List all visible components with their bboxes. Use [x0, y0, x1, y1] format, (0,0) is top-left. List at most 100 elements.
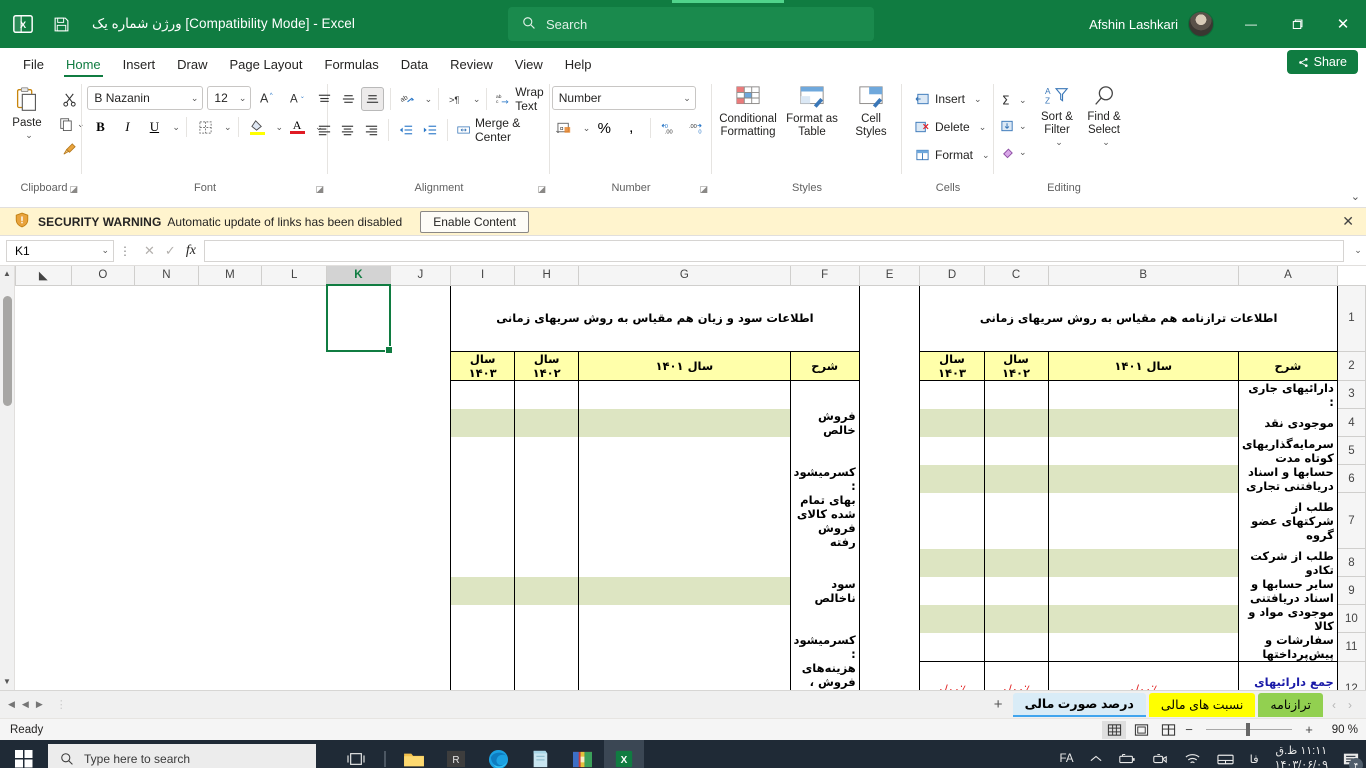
row-header-11[interactable]: 11 — [1337, 633, 1365, 662]
language-indicator[interactable]: FA — [1052, 740, 1082, 768]
bs-val[interactable] — [920, 409, 984, 437]
col-header-E[interactable]: E — [859, 266, 920, 285]
col-header-M[interactable]: M — [198, 266, 262, 285]
scroll-tabs-right-icon[interactable]: › — [1342, 698, 1366, 712]
is-desc[interactable]: کسرمیشود : — [790, 465, 859, 493]
is-val[interactable] — [451, 661, 515, 690]
bs-header-1403[interactable]: سال ۱۴۰۳ — [920, 351, 984, 380]
bs-val[interactable] — [920, 465, 984, 493]
font-size-select[interactable]: 12 ⌄ — [207, 86, 251, 110]
cut-button[interactable] — [56, 87, 82, 111]
show-hidden-icons-button[interactable] — [1082, 740, 1110, 768]
cell-styles-button[interactable]: Cell Styles — [845, 85, 897, 139]
percent-style-button[interactable]: % — [591, 116, 617, 140]
alignment-dialog-launcher[interactable]: ◪ — [537, 184, 546, 195]
bs-val[interactable] — [1048, 437, 1238, 465]
is-val[interactable] — [515, 577, 579, 605]
increase-decimal-button[interactable]: 0.00 — [657, 116, 683, 140]
row-header-2[interactable]: 2 — [1337, 351, 1365, 380]
col-header-O[interactable]: O — [71, 266, 135, 285]
battery-icon[interactable] — [1110, 740, 1144, 768]
row-header-3[interactable]: 3 — [1337, 380, 1365, 409]
bs-header-desc[interactable]: شرح — [1238, 351, 1337, 380]
delete-cells-button[interactable]: Delete ⌄ — [912, 114, 993, 140]
bs-val[interactable] — [984, 633, 1048, 662]
tab-insert[interactable]: Insert — [112, 52, 167, 78]
name-box-chevron-down-icon[interactable]: ⌄ — [101, 245, 109, 256]
wifi-icon[interactable] — [1176, 740, 1209, 768]
align-bottom-button[interactable] — [361, 87, 384, 111]
is-val[interactable] — [579, 493, 790, 549]
bs-val[interactable] — [984, 549, 1048, 577]
is-val[interactable] — [515, 605, 579, 633]
row-header-1[interactable]: 1 — [1337, 285, 1365, 351]
format-cells-button[interactable]: Format ⌄ — [912, 142, 993, 168]
col-header-N[interactable]: N — [135, 266, 198, 285]
is-header-1403[interactable]: سال ۱۴۰۳ — [451, 351, 515, 380]
vertical-scrollbar[interactable]: ▲ ▼ — [0, 266, 15, 690]
taskbar-clock[interactable]: ۱۱:۱۱ ظ.ق ۱۴۰۳/۰۶/۰۹ — [1267, 745, 1336, 768]
bs-desc[interactable]: طلب از شرکتهای عضو گروه — [1238, 493, 1337, 549]
is-val[interactable] — [515, 380, 579, 409]
bs-desc[interactable]: سایر حسابها و اسناد دریافتنی — [1238, 577, 1337, 605]
is-val[interactable] — [515, 661, 579, 690]
tab-help[interactable]: Help — [554, 52, 603, 78]
collapse-ribbon-button[interactable]: ⌄ — [1351, 190, 1360, 203]
enable-content-button[interactable]: Enable Content — [420, 211, 529, 233]
is-desc[interactable]: فروش خالص — [790, 409, 859, 437]
bs-val[interactable] — [1048, 380, 1238, 409]
clear-chevron-down-icon[interactable]: ⌄ — [1019, 147, 1027, 158]
accounting-chevron-down-icon[interactable]: ⌄ — [583, 123, 591, 134]
page-layout-view-button[interactable] — [1129, 721, 1153, 739]
touchpad-icon[interactable] — [1209, 740, 1242, 768]
format-as-table-button[interactable]: Format as Table — [781, 85, 843, 139]
ime-indicator[interactable]: فا — [1242, 740, 1267, 768]
bs-desc[interactable]: دارائیهای جاری : — [1238, 380, 1337, 409]
is-val[interactable] — [451, 493, 515, 549]
row-header-9[interactable]: 9 — [1337, 577, 1365, 605]
col-header-K[interactable]: K — [327, 266, 390, 285]
zoom-in-button[interactable]: + — [1303, 722, 1315, 737]
is-desc[interactable] — [790, 549, 859, 577]
row-header-4[interactable]: 4 — [1337, 409, 1365, 437]
merge-center-button[interactable]: Merge & Center ⌄ — [454, 117, 565, 143]
is-val[interactable] — [451, 437, 515, 465]
avatar[interactable] — [1188, 11, 1214, 37]
format-chevron-down-icon[interactable]: ⌄ — [982, 150, 990, 161]
zoom-slider-thumb[interactable] — [1246, 723, 1250, 736]
is-desc[interactable]: بهای تمام شده کالای فروش رفته — [790, 493, 859, 549]
is-desc[interactable] — [790, 437, 859, 465]
is-val[interactable] — [451, 549, 515, 577]
tab-home[interactable]: Home — [55, 52, 112, 78]
minimize-button[interactable]: — — [1228, 0, 1274, 48]
bs-header-1401[interactable]: سال ۱۴۰۱ — [1048, 351, 1238, 380]
insert-chevron-down-icon[interactable]: ⌄ — [974, 94, 982, 105]
is-val[interactable] — [579, 661, 790, 690]
col-header-L[interactable]: L — [262, 266, 327, 285]
col-header-I[interactable]: I — [451, 266, 515, 285]
underline-button[interactable]: U — [141, 115, 167, 139]
sort-filter-chevron-down-icon[interactable]: ⌄ — [1055, 137, 1063, 148]
share-button[interactable]: Share — [1287, 50, 1358, 74]
is-val[interactable] — [451, 380, 515, 409]
bs-val[interactable] — [920, 549, 984, 577]
close-security-bar-icon[interactable]: ✕ — [1342, 213, 1354, 230]
is-desc[interactable]: کسرمیشود : — [790, 633, 859, 662]
number-format-select[interactable]: Number ⌄ — [552, 86, 696, 110]
paste-chevron-down-icon[interactable]: ⌄ — [25, 130, 33, 141]
task-view-button[interactable] — [336, 740, 376, 768]
row-header-8[interactable]: 8 — [1337, 549, 1365, 577]
fill-button[interactable]: ⌄ — [1000, 114, 1034, 138]
prev-sheet-icon[interactable]: ◀ — [22, 699, 29, 710]
is-val[interactable] — [515, 549, 579, 577]
orientation-button[interactable]: ab — [397, 87, 420, 111]
is-header-desc[interactable]: شرح — [790, 351, 859, 380]
bs-val[interactable] — [1048, 605, 1238, 633]
bs-header-1402[interactable]: سال ۱۴۰۲ — [984, 351, 1048, 380]
fill-color-chevron-down-icon[interactable]: ⌄ — [276, 122, 284, 133]
bold-button[interactable]: B — [87, 115, 113, 139]
col-header-A[interactable]: A — [1238, 266, 1337, 285]
excel-taskbar-button[interactable]: X — [604, 740, 644, 768]
winrar-button[interactable] — [562, 740, 602, 768]
tab-draw[interactable]: Draw — [166, 52, 218, 78]
